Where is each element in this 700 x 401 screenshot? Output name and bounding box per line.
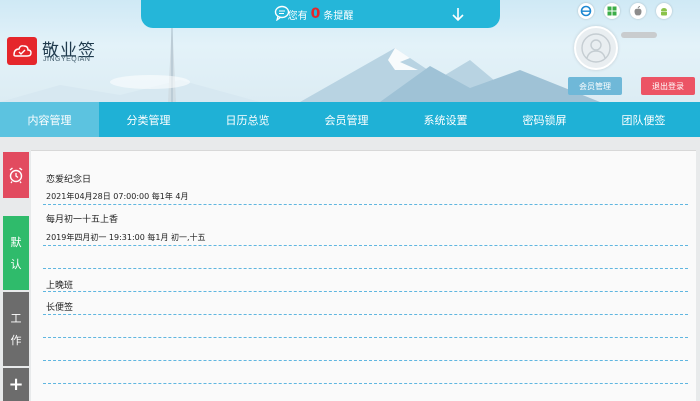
note-divider	[43, 383, 688, 384]
notice-count: 0	[310, 6, 321, 22]
nav-password-lock[interactable]: 密码锁屏	[495, 102, 594, 137]
notice-prefix: 您有	[287, 10, 308, 22]
note-2-title[interactable]: 每月初一十五上香	[46, 212, 118, 225]
user-icon	[581, 33, 611, 63]
note-4-title[interactable]: 长便签	[46, 300, 73, 313]
windows-icon[interactable]	[604, 3, 620, 19]
arrow-down-icon[interactable]	[451, 6, 465, 22]
apple-icon[interactable]	[630, 3, 646, 19]
sidebar-alarm[interactable]	[3, 152, 29, 198]
note-3-title[interactable]: 上晚班	[46, 278, 73, 291]
note-divider	[43, 360, 688, 361]
notes-content: 恋爱纪念日 2021年04月28日 07:00:00 每1年 4月 每月初一十五…	[31, 150, 696, 401]
sidebar-work-char-1: 工	[10, 312, 22, 325]
android-icon[interactable]	[656, 3, 672, 19]
ie-icon[interactable]	[578, 3, 594, 19]
member-management-button[interactable]: 会员管理	[568, 77, 622, 95]
note-divider	[43, 337, 688, 338]
notice-suffix: 条提醒	[323, 10, 354, 22]
add-category-button[interactable]: +	[3, 368, 29, 401]
note-2-meta: 2019年四月初一 19:31:00 每1月 初一,十五	[46, 233, 206, 242]
user-avatar[interactable]	[574, 26, 618, 70]
username-blurred	[621, 32, 657, 38]
platform-icons	[578, 3, 672, 19]
sidebar-work-category[interactable]: 工 作	[3, 292, 29, 366]
reminder-notice[interactable]: 您有 0 条提醒	[141, 0, 500, 28]
sidebar-default-char-1: 默	[10, 236, 22, 249]
nav-content-management[interactable]: 内容管理	[0, 102, 99, 137]
nav-team-notes[interactable]: 团队便签	[594, 102, 693, 137]
sidebar-default-char-2: 认	[10, 258, 22, 271]
note-1-title[interactable]: 恋爱纪念日	[46, 172, 91, 185]
plus-icon: +	[8, 374, 24, 395]
note-divider	[43, 245, 688, 246]
sidebar-default-category[interactable]: 默 认	[3, 216, 29, 290]
logo-subtitle: JINGYEQIAN	[43, 56, 91, 63]
main-nav: 内容管理 分类管理 日历总览 会员管理 系统设置 密码锁屏 团队便签	[0, 102, 700, 137]
note-1-meta: 2021年04月28日 07:00:00 每1年 4月	[46, 192, 189, 201]
header: 敬业签 JINGYEQIAN 您有 0 条提醒 会员管理 退出登录	[0, 0, 700, 102]
logout-button[interactable]: 退出登录	[641, 77, 695, 95]
note-divider	[43, 314, 688, 315]
alarm-clock-icon	[9, 167, 23, 184]
note-divider	[43, 291, 688, 292]
nav-system-settings[interactable]: 系统设置	[396, 102, 495, 137]
sidebar-work-char-2: 作	[10, 334, 22, 347]
nav-calendar-overview[interactable]: 日历总览	[198, 102, 297, 137]
logo-icon	[7, 37, 37, 65]
nav-category-management[interactable]: 分类管理	[99, 102, 198, 137]
message-bubble-icon	[274, 5, 290, 21]
nav-member-management[interactable]: 会员管理	[297, 102, 396, 137]
note-divider	[43, 204, 688, 205]
note-divider	[43, 268, 688, 269]
